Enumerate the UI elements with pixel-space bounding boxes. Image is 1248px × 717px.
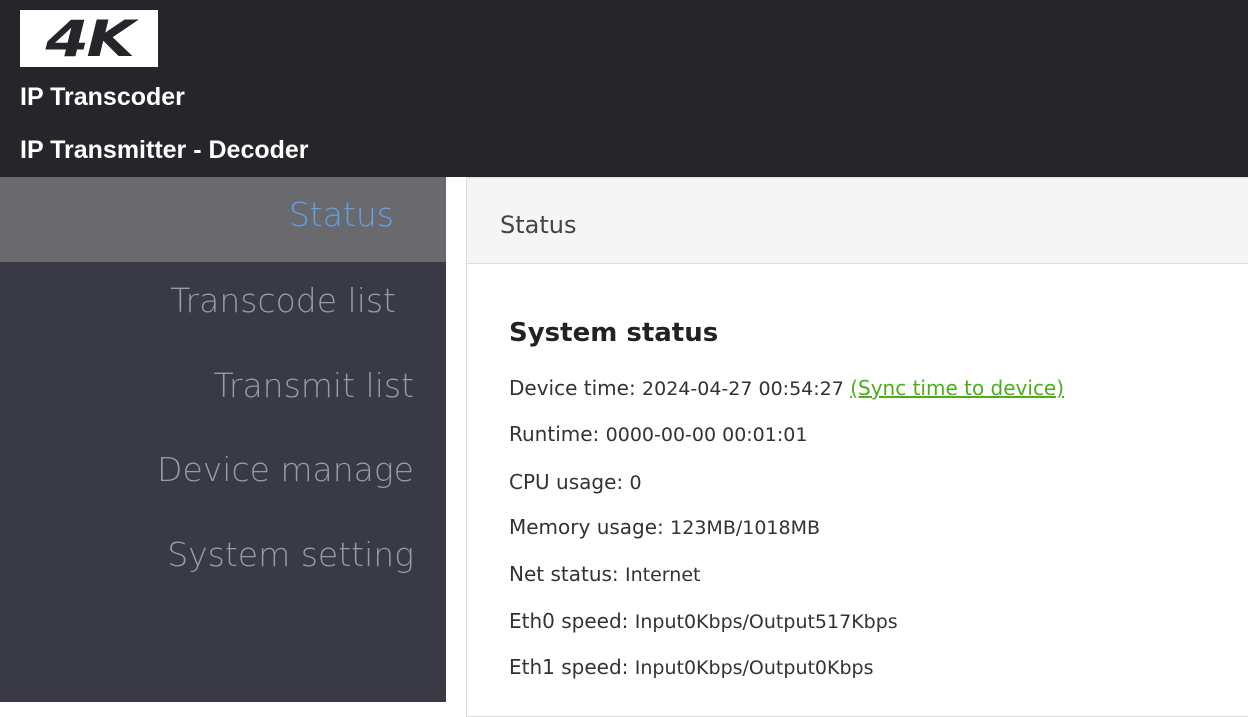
sidebar-item-system-setting[interactable]: System setting [0,535,446,621]
sidebar-item-status[interactable]: Status [0,177,446,262]
logo-text: 4K [45,9,135,68]
memory-label: Memory usage: [509,515,671,539]
sidebar-item-label: Device manage [157,450,414,489]
eth1-speed-label: Eth1 speed: [509,655,635,679]
status-panel: Status System status Device time: 2024-0… [466,177,1248,717]
net-status-label: Net status: [509,562,626,586]
cpu-value: 0 [629,472,642,494]
sidebar-item-label: System setting [167,535,414,574]
eth1-speed-row: Eth1 speed: Input0Kbps/Output0Kbps [509,655,874,679]
sidebar-item-label: Transmit list [213,366,414,405]
runtime-label: Runtime: [509,422,606,446]
panel-header: Status [467,178,1248,264]
memory-row: Memory usage: 123MB/1018MB [509,515,820,539]
sidebar-item-label: Status [288,195,394,234]
cpu-label: CPU usage: [509,470,630,494]
section-title: System status [509,318,719,348]
sidebar-item-label: Transcode list [170,281,396,320]
eth1-speed-value: Input0Kbps/Output0Kbps [634,657,874,679]
net-status-value: Internet [625,564,701,586]
eth0-speed-row: Eth0 speed: Input0Kbps/Output517Kbps [509,609,898,633]
eth0-speed-value: Input0Kbps/Output517Kbps [634,611,898,633]
product-title: IP Transcoder [20,83,185,111]
runtime-value: 0000-00-00 00:01:01 [605,424,808,446]
sidebar-item-device-manage[interactable]: Device manage [0,450,446,536]
device-time-label: Device time: [509,376,643,400]
sidebar-nav: Status Transcode list Transmit list Devi… [0,177,446,702]
sidebar-item-transmit-list[interactable]: Transmit list [0,366,446,452]
eth0-speed-label: Eth0 speed: [509,609,635,633]
memory-value: 123MB/1018MB [670,517,821,539]
panel-title: Status [500,211,577,239]
logo-4k: 4K [20,10,158,67]
sync-time-link[interactable]: (Sync time to device) [850,376,1064,400]
device-time-row: Device time: 2024-04-27 00:54:27 (Sync t… [509,376,1064,400]
product-subtitle: IP Transmitter - Decoder [20,136,309,164]
device-time-value: 2024-04-27 00:54:27 [642,378,844,400]
sidebar-item-transcode-list[interactable]: Transcode list [0,281,446,367]
runtime-row: Runtime: 0000-00-00 00:01:01 [509,422,807,446]
top-header: 4K IP Transcoder IP Transmitter - Decode… [0,0,1248,177]
cpu-row: CPU usage: 0 [509,470,642,494]
net-status-row: Net status: Internet [509,562,700,586]
